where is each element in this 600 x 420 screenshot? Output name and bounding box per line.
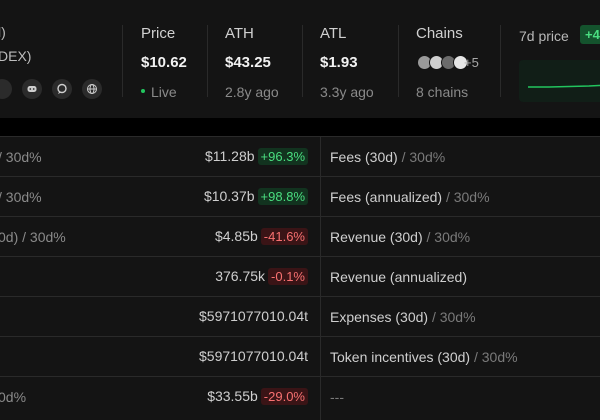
- social-links: [0, 79, 102, 99]
- ath-label: ATH: [225, 25, 254, 42]
- divider: [122, 25, 123, 97]
- metric-value: $11.28b +96.3%: [205, 148, 308, 165]
- metric-value: $10.37b +98.8%: [204, 188, 308, 205]
- table-row: 0d) / 30d% $4.85b -41.6% Revenue (30d) / …: [0, 216, 600, 257]
- divider: [500, 25, 501, 97]
- token-header: l) DEX) Price $10.62 Live ATH $43.25 2.8…: [0, 0, 600, 118]
- seven-day-sparkline: [519, 60, 600, 102]
- change-badge: +98.8%: [257, 188, 308, 205]
- social-link-partial[interactable]: [0, 79, 12, 99]
- metric-value: 376.75k -0.1%: [215, 268, 308, 285]
- metric-value: $5971077010.04t: [199, 308, 308, 324]
- table-row: / 30d% $11.28b +96.3% Fees (30d) / 30d%: [0, 136, 600, 177]
- token-name-fragment: l): [0, 24, 6, 40]
- left-metric-fragment: 0d) / 30d%: [0, 229, 66, 245]
- ath-value: $43.25: [225, 54, 271, 71]
- left-metric-fragment: / 30d%: [0, 149, 42, 165]
- chains-count: 8 chains: [416, 84, 469, 100]
- metric-name[interactable]: Revenue (30d) / 30d%: [330, 229, 470, 245]
- token-ticker-fragment: DEX): [0, 48, 32, 64]
- table-row: 0d% $33.55b -29.0% ---: [0, 376, 600, 417]
- atl-value: $1.93: [320, 54, 358, 71]
- table-row: $5971077010.04t Token incentives (30d) /…: [0, 336, 600, 377]
- metric-name: ---: [330, 389, 344, 405]
- metrics-table: / 30d% $11.28b +96.3% Fees (30d) / 30d% /…: [0, 136, 600, 420]
- change-badge: -29.0%: [260, 388, 308, 405]
- metric-value: $5971077010.04t: [199, 348, 308, 364]
- globe-icon[interactable]: [82, 79, 102, 99]
- divider: [207, 25, 208, 97]
- table-row: / 30d% $10.37b +98.8% Fees (annualized) /…: [0, 176, 600, 217]
- live-label: Live: [151, 84, 177, 100]
- metric-name[interactable]: Expenses (30d) / 30d%: [330, 309, 476, 325]
- chain-icons[interactable]: [417, 55, 468, 70]
- left-metric-fragment: 0d%: [0, 389, 27, 405]
- metric-name[interactable]: Token incentives (30d) / 30d%: [330, 349, 518, 365]
- live-dot-icon: [141, 89, 145, 94]
- metric-value: $33.55b -29.0%: [207, 388, 308, 405]
- chat-icon[interactable]: [52, 79, 72, 99]
- seven-day-price-label: 7d price: [519, 28, 569, 44]
- chains-extra-count[interactable]: +5: [464, 55, 479, 70]
- left-metric-fragment: / 30d%: [0, 189, 42, 205]
- atl-label: ATL: [320, 25, 347, 42]
- metric-name[interactable]: Revenue (annualized): [330, 269, 467, 285]
- change-badge: +96.3%: [257, 148, 308, 165]
- discord-icon[interactable]: [22, 79, 42, 99]
- seven-day-change-badge: +4: [580, 25, 600, 44]
- metric-name[interactable]: Fees (annualized) / 30d%: [330, 189, 490, 205]
- metric-value: $4.85b -41.6%: [215, 228, 308, 245]
- table-row: $5971077010.04t Expenses (30d) / 30d%: [0, 296, 600, 337]
- section-gap: [0, 118, 600, 136]
- change-badge: -41.6%: [260, 228, 308, 245]
- price-label: Price: [141, 25, 176, 42]
- atl-age: 3.3y ago: [320, 84, 374, 100]
- divider: [398, 25, 399, 97]
- metric-name[interactable]: Fees (30d) / 30d%: [330, 149, 445, 165]
- price-value: $10.62: [141, 54, 187, 71]
- chains-label: Chains: [416, 25, 463, 42]
- table-row: 376.75k -0.1% Revenue (annualized): [0, 256, 600, 297]
- ath-age: 2.8y ago: [225, 84, 279, 100]
- live-status: Live: [141, 84, 177, 100]
- change-badge: -0.1%: [268, 268, 308, 285]
- divider: [302, 25, 303, 97]
